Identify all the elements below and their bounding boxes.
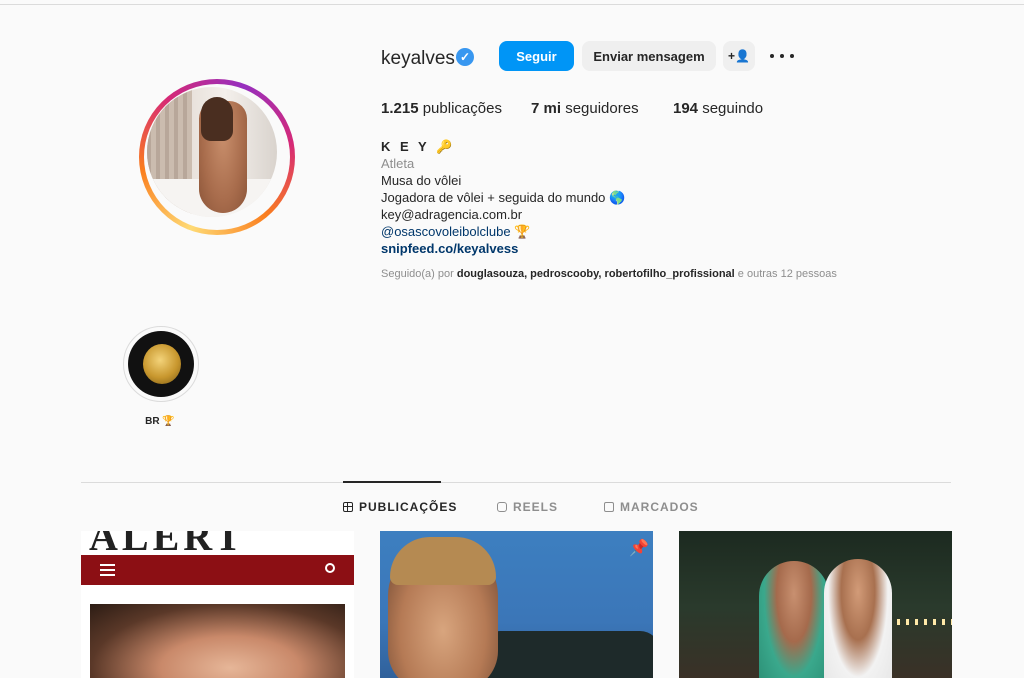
bio-line-2: Jogadora de vôlei + seguida do mundo 🌎	[381, 190, 626, 205]
following-label: seguindo	[702, 100, 764, 117]
highlight-label: BR 🏆	[145, 416, 175, 427]
bio-mention-link[interactable]: @osascovoleibolclube 🏆	[381, 224, 530, 240]
bio-category: Atleta	[381, 156, 415, 171]
post-photo	[90, 604, 345, 683]
reels-icon	[497, 502, 507, 512]
active-tab-indicator	[343, 481, 441, 483]
post-shirt	[480, 631, 653, 683]
tab-publicacoes[interactable]: PUBLICAÇÕES	[343, 500, 457, 514]
more-options-icon[interactable]	[770, 45, 794, 67]
tab-label: REELS	[513, 500, 559, 514]
highlight-logo-icon	[143, 344, 181, 384]
bio-website-link[interactable]: snipfeed.co/keyalvess	[381, 241, 518, 256]
suggest-users-button[interactable]: +👤	[723, 41, 755, 71]
top-divider	[0, 4, 1024, 5]
post-tile[interactable]: ALERT	[81, 531, 354, 683]
story-highlight[interactable]	[123, 326, 199, 402]
post-person-right	[824, 559, 892, 683]
pin-icon: 📌	[629, 540, 649, 557]
post-hair	[390, 537, 496, 585]
posts-stat: 1.215 publicações	[381, 100, 502, 117]
profile-username: keyalves	[381, 48, 455, 69]
menu-icon	[100, 564, 115, 576]
bottom-edge	[0, 678, 1024, 683]
send-message-button[interactable]: Enviar mensagem	[582, 41, 716, 71]
follow-button[interactable]: Seguir	[499, 41, 574, 71]
following-count: 194	[673, 100, 699, 117]
post-nav-bar	[81, 555, 354, 585]
post-tile[interactable]	[679, 531, 952, 683]
search-icon	[325, 563, 335, 573]
verified-badge-icon: ✓	[456, 48, 474, 66]
posts-count: 1.215	[381, 100, 419, 117]
post-masthead: ALERT	[81, 531, 354, 559]
bio-email: key@adragencia.com.br	[381, 207, 523, 222]
post-person-left	[759, 561, 829, 683]
following-stat[interactable]: 194 seguindo	[673, 100, 763, 117]
highlight-cover	[128, 331, 194, 397]
avatar-photo	[147, 87, 277, 217]
followed-by-users: douglasouza, pedroscooby, robertofilho_p…	[456, 268, 735, 280]
bio-line-1: Musa do vôlei	[381, 173, 462, 188]
followed-by-prefix: Seguido(a) por	[381, 268, 454, 280]
followed-by-suffix: e outras 12 pessoas	[737, 268, 837, 280]
followers-label: seguidores	[565, 100, 639, 117]
tab-label: MARCADOS	[620, 500, 699, 514]
posts-label: publicações	[422, 100, 502, 117]
tabs-divider	[81, 482, 951, 483]
tab-marcados[interactable]: MARCADOS	[604, 500, 699, 514]
tab-reels[interactable]: REELS	[497, 500, 558, 514]
profile-avatar[interactable]	[139, 79, 295, 235]
grid-icon	[343, 502, 353, 512]
post-tile[interactable]: 📌	[380, 531, 653, 683]
tagged-icon	[604, 502, 614, 512]
followers-stat[interactable]: 7 mi seguidores	[531, 100, 639, 117]
tab-label: PUBLICAÇÕES	[359, 500, 458, 514]
bio-name: K E Y 🔑	[381, 139, 456, 154]
avatar-hair	[201, 97, 233, 141]
followed-by[interactable]: Seguido(a) por douglasouza, pedroscooby,…	[381, 268, 837, 280]
followers-count: 7 mi	[531, 100, 562, 117]
